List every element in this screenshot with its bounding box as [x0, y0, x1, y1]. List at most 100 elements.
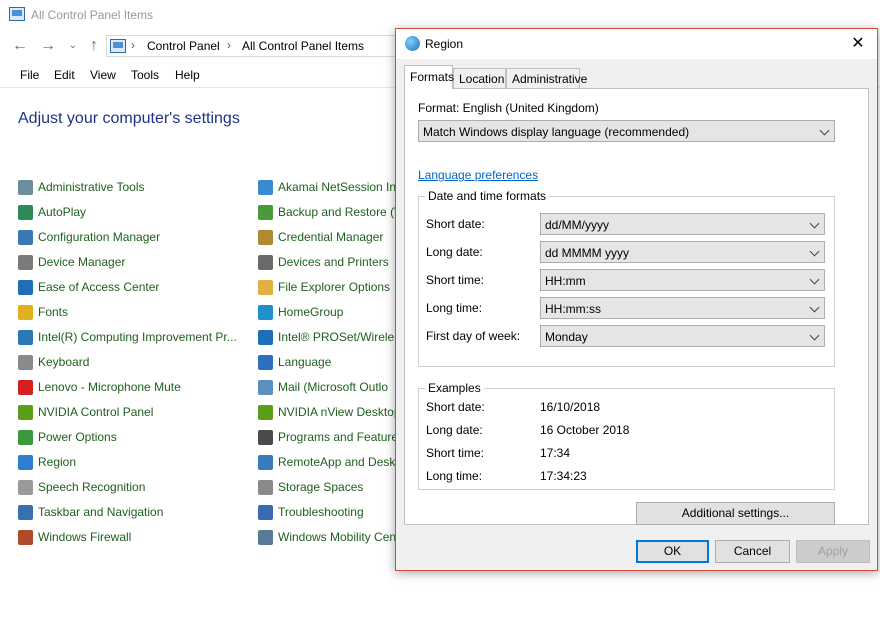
examples-legend: Examples [425, 381, 484, 395]
control-panel-item[interactable]: Power Options [18, 427, 243, 447]
tab-administrative[interactable]: Administrative [506, 68, 587, 88]
control-panel-item[interactable]: Devices and Printers [258, 252, 395, 272]
dialog-titlebar: Region ✕ [396, 29, 877, 59]
breadcrumb-all-items[interactable]: All Control Panel Items [242, 39, 364, 53]
control-panel-item-label: File Explorer Options [278, 280, 391, 294]
control-panel-item-label: AutoPlay [38, 205, 87, 219]
format-dropdown-value: Match Windows display language (recommen… [423, 125, 690, 139]
recent-locations-chevron-icon[interactable]: ⌄ [63, 35, 83, 57]
back-arrow-icon[interactable]: ← [10, 35, 30, 57]
format-row-dropdown[interactable]: dd/MM/yyyy [540, 213, 825, 235]
control-panel-item[interactable]: Storage Spaces [258, 477, 395, 497]
example-value: 17:34 [540, 446, 571, 460]
tab-location[interactable]: Location [453, 68, 506, 88]
control-panel-item[interactable]: AutoPlay [18, 202, 243, 222]
address-bar[interactable]: › Control Panel › All Control Panel Item… [106, 35, 406, 57]
additional-settings-button[interactable]: Additional settings... [636, 502, 835, 525]
format-row-dropdown[interactable]: HH:mm [540, 269, 825, 291]
control-panel-item[interactable]: File Explorer Options [258, 277, 395, 297]
menu-help[interactable]: Help [175, 68, 200, 82]
control-panel-item[interactable]: HomeGroup [258, 302, 395, 322]
control-panel-item-label: Windows Firewall [38, 530, 132, 544]
homegroup-icon [258, 305, 273, 320]
fonts-icon [18, 305, 33, 320]
control-panel-item-label: NVIDIA nView Desktop [278, 405, 395, 419]
control-panel-item[interactable]: Troubleshooting [258, 502, 395, 522]
breadcrumb-separator-icon[interactable]: › [131, 38, 135, 52]
control-panel-item[interactable]: Credential Manager [258, 227, 395, 247]
control-panel-item-label: Device Manager [38, 255, 126, 269]
control-panel-item-label: Ease of Access Center [38, 280, 160, 294]
control-panel-item-label: Intel® PROSet/Wireles [278, 330, 395, 344]
breadcrumb-control-panel[interactable]: Control Panel [147, 39, 220, 53]
control-panel-item[interactable]: Speech Recognition [18, 477, 243, 497]
control-panel-item[interactable]: Mail (Microsoft Outlo [258, 377, 395, 397]
control-panel-item[interactable]: NVIDIA Control Panel [18, 402, 243, 422]
control-panel-item[interactable]: Taskbar and Navigation [18, 502, 243, 522]
control-panel-item[interactable]: Region [18, 452, 243, 472]
control-panel-item[interactable]: Configuration Manager [18, 227, 243, 247]
control-panel-item[interactable]: Keyboard [18, 352, 243, 372]
format-row-value: Monday [545, 330, 588, 344]
ok-button[interactable]: OK [636, 540, 709, 563]
date-time-formats-group: Date and time formats Short date: dd/MM/y… [418, 189, 835, 367]
close-icon[interactable]: ✕ [847, 33, 869, 55]
control-panel-item-label: Backup and Restore (W [278, 205, 395, 219]
menu-view[interactable]: View [90, 68, 116, 82]
control-panel-item-label: Programs and Feature [278, 430, 395, 444]
format-row-dropdown[interactable]: dd MMMM yyyy [540, 241, 825, 263]
control-panel-item[interactable]: Administrative Tools [18, 177, 243, 197]
control-panel-item[interactable]: Device Manager [18, 252, 243, 272]
control-panel-item[interactable]: Windows Firewall [18, 527, 243, 547]
control-panel-item-label: Windows Mobility Cen [278, 530, 395, 544]
control-panel-item[interactable]: Lenovo - Microphone Mute [18, 377, 243, 397]
control-panel-item-label: Region [38, 455, 77, 469]
menu-tools[interactable]: Tools [131, 68, 159, 82]
up-arrow-icon[interactable]: ↑ [84, 35, 104, 57]
example-value: 16 October 2018 [540, 423, 630, 437]
cancel-button[interactable]: Cancel [715, 540, 790, 563]
control-panel-item-label: NVIDIA Control Panel [38, 405, 154, 419]
control-panel-titlebar: All Control Panel Items [0, 0, 880, 30]
keyboard-icon [18, 355, 33, 370]
backup-restore-icon [258, 205, 273, 220]
control-panel-item-label: Mail (Microsoft Outlo [278, 380, 389, 394]
tab-formats[interactable]: Formats [404, 65, 454, 89]
example-label: Long date: [426, 423, 483, 437]
control-panel-item[interactable]: Intel® PROSet/Wireles [258, 327, 395, 347]
control-panel-item[interactable]: Intel(R) Computing Improvement Pr... [18, 327, 243, 347]
format-row-label: Short time: [426, 273, 485, 287]
region-icon [18, 455, 33, 470]
control-panel-item-label: Lenovo - Microphone Mute [38, 380, 181, 394]
control-panel-item-label: Keyboard [38, 355, 90, 369]
language-preferences-link[interactable]: Language preferences [418, 168, 538, 182]
control-panel-item[interactable]: NVIDIA nView Desktop [258, 402, 395, 422]
example-label: Short date: [426, 400, 485, 414]
menu-edit[interactable]: Edit [54, 68, 75, 82]
ease-of-access-icon [18, 280, 33, 295]
control-panel-item[interactable]: Windows Mobility Cen [258, 527, 395, 547]
control-panel-item[interactable]: Ease of Access Center [18, 277, 243, 297]
control-panel-item-label: Intel(R) Computing Improvement Pr... [38, 330, 237, 344]
format-dropdown[interactable]: Match Windows display language (recommen… [418, 120, 835, 142]
apply-button[interactable]: Apply [796, 540, 870, 563]
menu-file[interactable]: File [20, 68, 39, 82]
control-panel-item[interactable]: Backup and Restore (W [258, 202, 395, 222]
breadcrumb-separator-icon[interactable]: › [227, 38, 231, 52]
control-panel-item[interactable]: RemoteApp and Deskt [258, 452, 395, 472]
example-value: 16/10/2018 [540, 400, 601, 414]
control-panel-item[interactable]: Programs and Feature [258, 427, 395, 447]
forward-arrow-icon[interactable]: → [38, 35, 58, 57]
nview-icon [258, 405, 273, 420]
control-panel-item-label: Akamai NetSession Int [278, 180, 395, 194]
control-panel-item[interactable]: Akamai NetSession Int [258, 177, 395, 197]
nvidia-icon [18, 405, 33, 420]
format-row-dropdown[interactable]: Monday [540, 325, 825, 347]
control-panel-item[interactable]: Fonts [18, 302, 243, 322]
control-panel-item-label: Credential Manager [278, 230, 384, 244]
format-row-value: dd MMMM yyyy [545, 246, 629, 260]
chevron-down-icon [809, 246, 820, 257]
format-row-dropdown[interactable]: HH:mm:ss [540, 297, 825, 319]
control-panel-item[interactable]: Language [258, 352, 395, 372]
format-label: Format: English (United Kingdom) [418, 101, 599, 115]
